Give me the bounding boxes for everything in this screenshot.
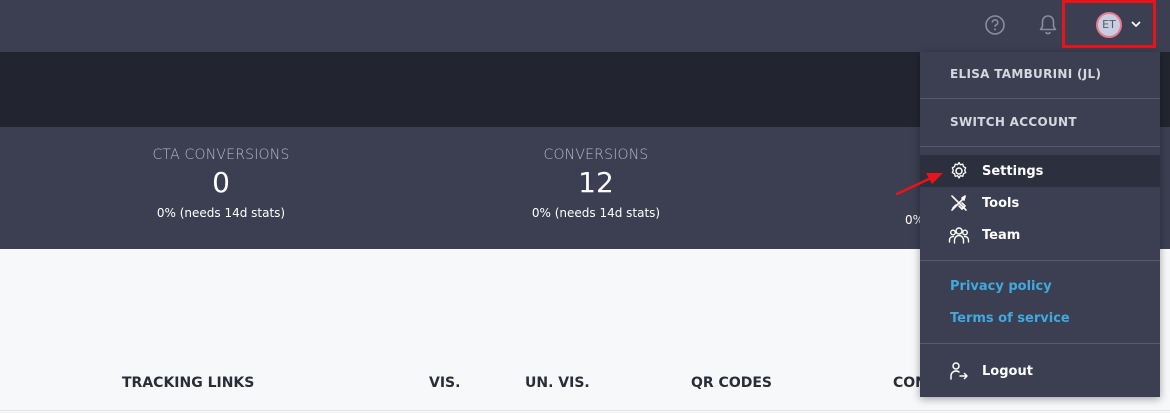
stat-sub: 0% (needs 14d stats) <box>156 206 286 220</box>
stat-label: CONVERSIONS <box>543 147 649 163</box>
menu-item-label: Logout <box>982 363 1033 379</box>
menu-divider <box>920 260 1160 261</box>
team-icon <box>948 224 970 246</box>
menu-item-label: Tools <box>982 195 1020 211</box>
annotation-arrow-icon <box>895 173 943 196</box>
switch-account-item[interactable]: SWITCH ACCOUNT <box>950 115 1077 129</box>
stat-label: CTA CONVERSIONS <box>152 147 290 163</box>
stat-value: 12 <box>578 166 614 199</box>
gear-icon <box>948 160 970 182</box>
menu-item-team[interactable]: Team <box>920 219 1160 251</box>
menu-item-label: Settings <box>982 163 1044 179</box>
stat-value: 0 <box>212 166 230 199</box>
avatar[interactable]: ET <box>1096 12 1122 38</box>
chevron-down-icon[interactable] <box>1130 18 1142 30</box>
tools-icon <box>948 192 970 214</box>
stat-sub: 0% (needs 14d stats) <box>531 206 661 220</box>
terms-of-service-link[interactable]: Terms of service <box>950 311 1070 326</box>
column-header-unique-visits[interactable]: UN. VIS. <box>525 375 590 391</box>
menu-item-logout[interactable]: Logout <box>920 355 1160 387</box>
menu-item-label: Team <box>982 227 1021 243</box>
menu-divider <box>920 343 1160 344</box>
table-divider <box>0 410 1170 411</box>
stat-cta-conversions: CTA CONVERSIONS 0 0% (needs 14d stats) <box>91 147 351 220</box>
bell-icon[interactable] <box>1037 13 1059 37</box>
menu-divider <box>920 98 1160 99</box>
user-menu-toggle[interactable]: ET <box>1062 0 1156 48</box>
menu-item-tools[interactable]: Tools <box>920 187 1160 219</box>
menu-user-name: ELISA TAMBURINI (JL) <box>950 67 1102 81</box>
privacy-policy-link[interactable]: Privacy policy <box>950 279 1052 294</box>
column-header-qr-codes[interactable]: QR CODES <box>691 375 772 391</box>
user-dropdown-menu: ELISA TAMBURINI (JL) SWITCH ACCOUNT Sett… <box>920 52 1160 397</box>
menu-divider <box>920 146 1160 147</box>
column-header-tracking-links[interactable]: TRACKING LINKS <box>122 375 254 391</box>
menu-item-settings[interactable]: Settings <box>920 155 1160 187</box>
help-circle-icon[interactable] <box>984 14 1006 36</box>
stat-conversions: CONVERSIONS 12 0% (needs 14d stats) <box>466 147 726 220</box>
top-bar: ET <box>0 0 1170 52</box>
column-header-visits[interactable]: VIS. <box>429 375 460 391</box>
logout-icon <box>948 360 970 382</box>
